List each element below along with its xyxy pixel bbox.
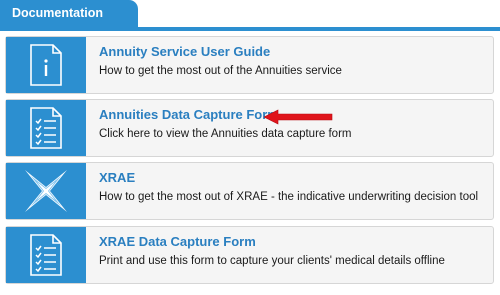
doc-item-user-guide[interactable]: Annuity Service User Guide How to get th… [5, 36, 494, 94]
doc-item-description: Click here to view the Annuities data ca… [99, 128, 352, 140]
doc-item-description: How to get the most out of the Annuities… [99, 65, 342, 77]
doc-item-title[interactable]: XRAE Data Capture Form [99, 234, 445, 249]
checklist-form-icon [30, 234, 62, 276]
xrae-logo-icon [25, 170, 67, 212]
doc-item-description: How to get the most out of XRAE - the in… [99, 191, 479, 203]
doc-item-title[interactable]: XRAE [99, 170, 478, 185]
doc-item-annuities-form[interactable]: Annuities Data Capture Form Click here t… [5, 99, 494, 157]
doc-item-xrae[interactable]: XRAE How to get the most out of XRAE - t… [5, 162, 494, 220]
doc-item-title[interactable]: Annuity Service User Guide [99, 44, 342, 59]
checklist-form-icon [30, 107, 62, 149]
doc-item-description: Print and use this form to capture your … [99, 255, 445, 267]
doc-item-icon-box [6, 37, 86, 93]
doc-item-xrae-form[interactable]: XRAE Data Capture Form Print and use thi… [5, 226, 494, 284]
tab-underline [0, 27, 500, 31]
red-arrow-annotation-icon [263, 109, 333, 125]
documentation-tab[interactable]: Documentation [0, 0, 138, 27]
doc-item-icon-box [6, 163, 86, 219]
document-info-icon [30, 44, 62, 86]
doc-item-icon-box [6, 100, 86, 156]
doc-item-icon-box [6, 227, 86, 283]
